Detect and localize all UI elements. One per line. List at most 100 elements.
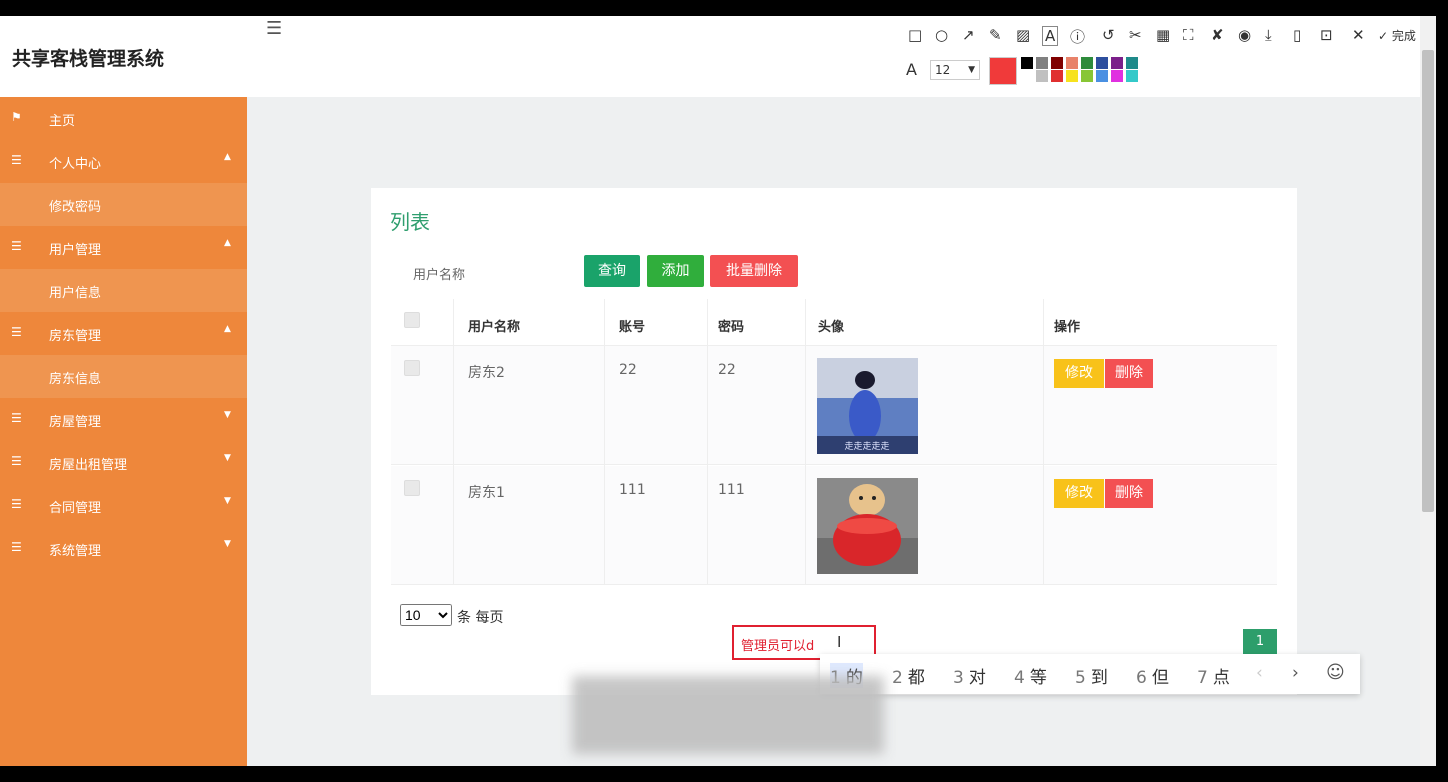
edit-button[interactable]: 修改 [1054,359,1104,388]
chevron-down-icon: ▼ [224,453,231,463]
color-swatch[interactable] [1066,57,1078,69]
font-size-select[interactable]: 12 ▼ [930,60,980,80]
ime-candidate[interactable]: 4等 [1014,663,1047,688]
color-swatch[interactable] [1126,70,1138,82]
rectangle-icon[interactable]: □ [908,26,922,44]
text-tool-icon[interactable]: A [1042,26,1059,46]
sidebar-item-rental-management[interactable]: ☰ 房屋出租管理 ▼ [0,441,247,484]
emoji-icon[interactable]: ☺ [1326,662,1345,683]
list-icon: ☰ [11,497,22,511]
circle-icon[interactable]: ○ [935,26,948,44]
arrow-icon[interactable]: ↗ [962,26,975,44]
undo-icon[interactable]: ↺ [1102,26,1115,44]
info-icon[interactable]: ⓘ [1070,26,1085,47]
ocr-icon[interactable]: ▦ [1156,26,1170,44]
row-checkbox[interactable] [404,360,420,376]
sidebar-item-contract-management[interactable]: ☰ 合同管理 ▼ [0,484,247,527]
download-icon[interactable]: ⤓ [1265,26,1272,44]
font-icon: A [906,60,917,79]
mosaic-icon[interactable]: ▨ [1016,26,1030,44]
color-swatch[interactable] [1111,57,1123,69]
select-all-checkbox[interactable] [404,312,420,328]
ime-candidate[interactable]: 5到 [1075,663,1108,688]
sidebar-item-label: 系统管理 [49,544,102,559]
ime-candidate[interactable]: 6但 [1136,663,1169,688]
sidebar-item-landlord-info[interactable]: 房东信息 [0,355,247,398]
query-button[interactable]: 查询 [584,255,640,287]
sidebar-item-label: 主页 [49,114,76,129]
record-icon[interactable]: ◉ [1238,26,1251,44]
color-swatch[interactable] [1066,70,1078,82]
sidebar-item-label: 房屋管理 [49,415,102,430]
column-header: 密码 [718,320,745,335]
color-swatch[interactable] [1096,57,1108,69]
scrollbar-thumb[interactable] [1422,50,1434,512]
done-button[interactable]: ✓ 完成 [1378,27,1416,44]
sidebar-item-label: 用户管理 [49,243,102,258]
bookmark-icon[interactable]: ⊡ [1320,26,1333,44]
menu-toggle-icon[interactable]: ☰ [266,18,282,39]
color-swatch[interactable] [1051,70,1063,82]
color-swatch[interactable] [1021,70,1033,82]
list-icon: ☰ [11,411,22,425]
add-button[interactable]: 添加 [647,255,704,287]
color-swatch[interactable] [1036,57,1048,69]
current-color-swatch[interactable] [989,57,1017,85]
page-size-select[interactable]: 10 [400,604,452,626]
flag-icon: ⚑ [11,110,22,124]
color-swatch[interactable] [1081,70,1093,82]
column-header: 操作 [1054,320,1081,335]
ime-candidate[interactable]: 7点 [1197,663,1230,688]
ime-candidate[interactable]: 3对 [953,663,986,688]
color-swatch[interactable] [1126,57,1138,69]
color-swatch[interactable] [1051,57,1063,69]
sidebar-item-user-management[interactable]: ☰ 用户管理 ▲ [0,226,247,269]
list-icon: ☰ [11,325,22,339]
crop-icon[interactable]: ✂ [1129,26,1142,44]
page-title: 列表 [390,210,430,234]
color-swatch[interactable] [1036,70,1048,82]
table-header: 用户名称 账号 密码 头像 操作 [391,299,1277,346]
chevron-down-icon: ▼ [224,539,231,549]
cell-username: 房东1 [468,485,505,501]
delete-button[interactable]: 删除 [1105,359,1153,388]
pencil-icon[interactable]: ✎ [989,26,1002,44]
delete-button[interactable]: 删除 [1105,479,1153,508]
sidebar-item-house-management[interactable]: ☰ 房屋管理 ▼ [0,398,247,441]
app-title: 共享客栈管理系统 [12,48,165,70]
column-header: 头像 [818,320,845,335]
sidebar-item-personal-center[interactable]: ☰ 个人中心 ▲ [0,140,247,183]
color-swatch[interactable] [1111,70,1123,82]
edit-button[interactable]: 修改 [1054,479,1104,508]
color-swatch[interactable] [1096,70,1108,82]
annotation-text: 管理员可以d [741,639,815,654]
page-button-current[interactable]: 1 [1243,629,1277,655]
caret-down-icon: ▼ [968,65,975,75]
sidebar-item-home[interactable]: ⚑ 主页 [0,97,247,140]
chevron-left-icon[interactable]: ‹ [1256,663,1263,683]
sidebar-item-landlord-management[interactable]: ☰ 房东管理 ▲ [0,312,247,355]
color-swatch[interactable] [1081,57,1093,69]
table-row: 房东1 111 111 修改 删除 [391,466,1277,585]
pin-icon[interactable]: ✘ [1211,26,1224,44]
list-card: 列表 用户名称 查询 添加 批量删除 用户名称 账号 密码 头像 操作 房东2 … [371,188,1297,695]
color-swatch[interactable] [1021,57,1033,69]
close-icon[interactable]: ✕ [1352,26,1365,44]
sidebar-item-system-management[interactable]: ☰ 系统管理 ▼ [0,527,247,570]
cell-password: 22 [718,362,736,378]
sidebar-item-label: 房东管理 [49,329,102,344]
sidebar-item-change-password[interactable]: 修改密码 [0,183,247,226]
scan-icon[interactable]: ⛶ [1183,26,1194,44]
chevron-right-icon[interactable]: › [1292,663,1299,683]
table-row: 房东2 22 22 走走走走走 修改 删除 [391,346,1277,465]
batch-delete-button[interactable]: 批量删除 [710,255,798,287]
ime-candidate[interactable]: 2都 [892,663,925,688]
column-divider [453,299,454,584]
phone-icon[interactable]: ▯ [1293,26,1301,44]
avatar [817,478,918,574]
check-icon: ✓ [1378,29,1389,43]
sidebar-item-user-info[interactable]: 用户信息 [0,269,247,312]
ime-candidate-bar: 1的 2都 3对 4等 5到 6但 7点 ‹ › ☺ [820,654,1360,694]
chevron-up-icon: ▲ [224,238,231,248]
row-checkbox[interactable] [404,480,420,496]
